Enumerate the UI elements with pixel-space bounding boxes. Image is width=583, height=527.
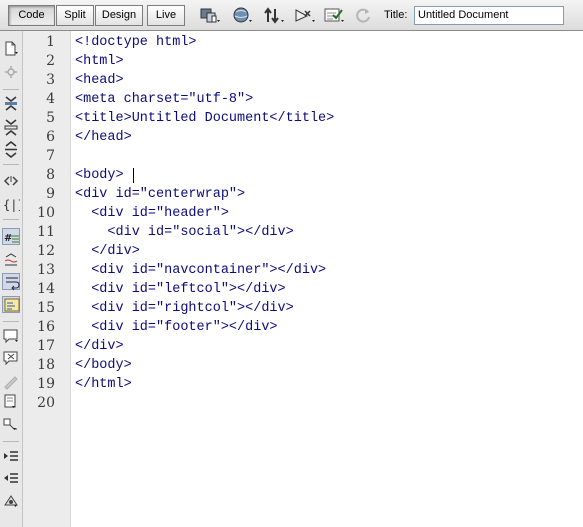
- line-number: 14: [37, 281, 55, 297]
- code-editor[interactable]: <!doctype html> <html> <head> <meta char…: [71, 31, 583, 527]
- line-number: 3: [46, 72, 55, 88]
- move-css-icon[interactable]: [2, 416, 20, 433]
- word-wrap-icon[interactable]: [2, 273, 20, 291]
- remove-comment-icon[interactable]: [2, 350, 20, 367]
- validate-markup-icon[interactable]: [322, 6, 346, 25]
- line-number: 16: [37, 319, 55, 335]
- line-number: 10: [37, 205, 55, 221]
- code-line[interactable]: <div id="rightcol"></div>: [75, 299, 294, 318]
- line-number: 11: [37, 224, 55, 240]
- line-number: 8: [46, 167, 55, 183]
- coding-toolbar: {|} #: [0, 31, 23, 527]
- code-line[interactable]: <div id="header">: [75, 204, 229, 223]
- line-number: 1: [46, 34, 55, 50]
- format-source-code-icon[interactable]: [2, 492, 20, 509]
- line-number: 9: [46, 186, 55, 202]
- highlight-invalid-code-icon[interactable]: [2, 251, 20, 268]
- code-line[interactable]: </html>: [75, 375, 132, 394]
- split-view-button[interactable]: Split: [56, 5, 94, 26]
- line-number: 4: [46, 91, 55, 107]
- document-toolbar: Code Split Design Live Title: Untitled D…: [0, 0, 583, 31]
- wrap-tag-icon[interactable]: [2, 373, 20, 390]
- line-number: 18: [37, 357, 55, 373]
- code-line[interactable]: </head>: [75, 128, 132, 147]
- line-number: 15: [37, 300, 55, 316]
- svg-text:{|}: {|}: [3, 198, 20, 212]
- expand-all-icon[interactable]: [2, 141, 20, 158]
- line-number: 12: [37, 243, 55, 259]
- code-line[interactable]: <head>: [75, 71, 124, 90]
- line-number: 17: [37, 338, 55, 354]
- code-line[interactable]: </div>: [75, 337, 124, 356]
- select-parent-tag-icon[interactable]: [2, 173, 20, 190]
- line-number: 7: [46, 148, 55, 164]
- line-number-gutter: 1 2 3 4 5 6 7 8 9 10 11 12 13 14 15 16 1…: [23, 31, 71, 527]
- collapse-full-tag-icon[interactable]: [2, 95, 20, 112]
- multiscreen-icon[interactable]: [198, 6, 222, 25]
- syntax-coloring-icon[interactable]: [2, 296, 20, 313]
- document-title-input[interactable]: Untitled Document: [414, 6, 564, 25]
- line-number: 19: [37, 376, 55, 392]
- balance-braces-icon[interactable]: {|}: [2, 196, 20, 213]
- code-line[interactable]: <div id="social"></div>: [75, 223, 293, 242]
- visual-aids-icon[interactable]: [293, 6, 317, 25]
- code-line[interactable]: </div>: [75, 242, 140, 261]
- outdent-code-icon[interactable]: [2, 470, 20, 487]
- code-line[interactable]: <div id="centerwrap">: [75, 185, 245, 204]
- code-view-button[interactable]: Code: [8, 5, 55, 26]
- code-line[interactable]: </body>: [75, 356, 132, 375]
- code-line[interactable]: <html>: [75, 52, 124, 71]
- line-number: 6: [46, 129, 55, 145]
- line-number: 13: [37, 262, 55, 278]
- live-view-button[interactable]: Live: [147, 5, 185, 26]
- open-documents-icon[interactable]: [2, 40, 20, 57]
- recent-snippets-icon[interactable]: [2, 393, 20, 410]
- file-management-icon[interactable]: [262, 6, 286, 25]
- svg-text:#: #: [4, 233, 12, 244]
- apply-comment-icon[interactable]: [2, 328, 20, 345]
- code-line[interactable]: <!doctype html>: [75, 33, 197, 52]
- code-line[interactable]: <meta charset="utf-8">: [75, 90, 253, 109]
- line-number: 2: [46, 53, 55, 69]
- code-line[interactable]: <div id="navcontainer"></div>: [75, 261, 326, 280]
- line-number: 20: [37, 395, 55, 411]
- line-numbers-icon[interactable]: #: [2, 228, 20, 245]
- show-code-navigator-icon[interactable]: [2, 64, 20, 81]
- preview-browser-icon[interactable]: [230, 6, 254, 25]
- design-view-button[interactable]: Design: [95, 5, 143, 26]
- code-line[interactable]: <title>Untitled Document</title>: [75, 109, 334, 128]
- line-number: 5: [46, 110, 55, 126]
- indent-code-icon[interactable]: [2, 448, 20, 465]
- code-line[interactable]: <div id="leftcol"></div>: [75, 280, 285, 299]
- refresh-icon[interactable]: [352, 6, 376, 25]
- text-cursor: [133, 168, 134, 183]
- code-line[interactable]: <body>: [75, 166, 124, 185]
- collapse-selection-icon[interactable]: [2, 119, 20, 136]
- title-label: Title:: [384, 9, 408, 21]
- code-line[interactable]: <div id="footer"></div>: [75, 318, 277, 337]
